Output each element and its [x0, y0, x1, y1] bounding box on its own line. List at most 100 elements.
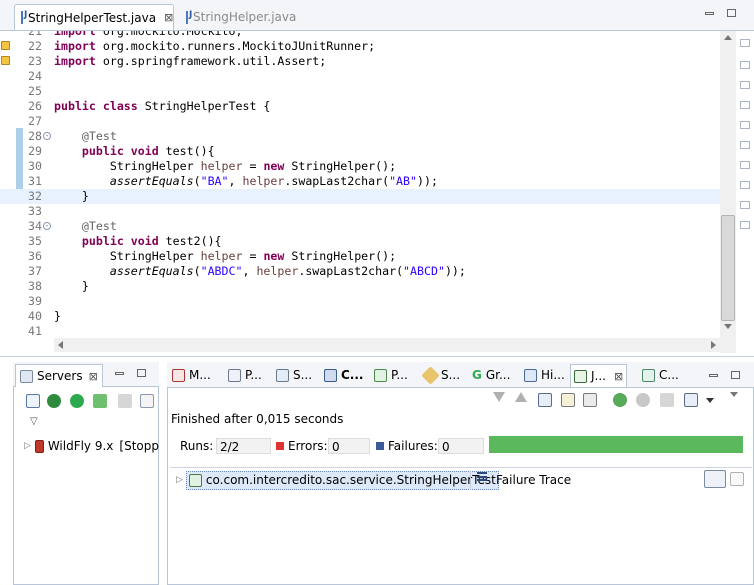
code-line: 28- @Test — [28, 129, 117, 143]
scroll-left-icon[interactable] — [58, 341, 63, 349]
code-line: 36 StringHelper helper = new StringHelpe… — [28, 249, 397, 263]
maximize-icon[interactable] — [137, 369, 146, 377]
previous-failure-icon[interactable] — [515, 392, 527, 402]
code-line: 21 import org.mockito.Mockito; — [28, 31, 243, 38]
markers-icon — [172, 368, 185, 382]
code-line: 24 — [28, 69, 42, 83]
scroll-down-icon[interactable] — [724, 324, 732, 329]
view-menu-icon[interactable] — [730, 392, 738, 397]
view-menu-icon[interactable]: ▽ — [30, 416, 38, 427]
tab-view-gr[interactable]: G Gr... — [472, 364, 510, 386]
tab-servers[interactable]: Servers ⊠ — [15, 364, 103, 387]
stop-icon[interactable] — [118, 394, 132, 408]
scroll-thumb[interactable] — [721, 215, 735, 321]
test-success-icon — [188, 473, 202, 487]
code-line: 39 — [28, 294, 42, 308]
failure-trace-label: Failure Trace — [496, 473, 572, 487]
ruler-mark — [740, 141, 750, 149]
tab-view-c2[interactable]: C... — [642, 364, 679, 386]
horizontal-scrollbar[interactable] — [54, 338, 720, 352]
tab-view-c1[interactable]: C... — [324, 364, 363, 386]
tab-view-junit[interactable]: J... ⊠ — [570, 364, 628, 387]
next-failure-icon[interactable] — [493, 392, 505, 402]
rerun-failed-icon[interactable] — [636, 393, 650, 407]
tab-label: Servers — [37, 369, 83, 383]
filter-stack-icon[interactable] — [704, 470, 726, 488]
expand-icon[interactable]: ▷ — [24, 441, 31, 451]
code-line: 33 — [28, 204, 42, 218]
tab-view-s1[interactable]: S... — [276, 364, 312, 386]
error-icon — [276, 442, 284, 450]
editor-tabbar: StringHelperTest.java ⊠ StringHelper.jav… — [0, 0, 754, 31]
failures-label: Failures: — [388, 439, 438, 453]
test-class-name: co.com.intercredito.sac.service.StringHe… — [205, 473, 496, 487]
server-item[interactable]: ▷ WildFly 9.x [Stopp — [24, 437, 159, 455]
close-icon[interactable]: ⊠ — [89, 370, 98, 383]
layout-icon[interactable] — [583, 393, 597, 407]
profile-icon[interactable] — [93, 394, 107, 408]
divider — [170, 467, 752, 468]
fold-icon: - — [43, 131, 51, 140]
publish-icon[interactable] — [140, 394, 154, 408]
console-icon — [324, 368, 337, 382]
tab-view-m[interactable]: M... — [172, 364, 211, 386]
servers-icon — [20, 369, 33, 383]
code-line: 26 public class StringHelperTest { — [28, 99, 271, 113]
minimize-icon[interactable] — [705, 12, 714, 15]
code-line: 37 assertEquals("ABDC", helper.swapLast2… — [28, 264, 466, 278]
code-line: 40} — [28, 309, 61, 323]
ruler-mark — [740, 61, 750, 69]
failure-icon — [376, 442, 384, 450]
code-line: 22 import org.mockito.runners.MockitoJUni… — [28, 39, 376, 53]
search-icon — [421, 365, 440, 385]
close-icon[interactable]: ⊠ — [164, 11, 173, 24]
fold-icon: - — [43, 221, 51, 230]
tab-view-s2[interactable]: S... — [421, 364, 460, 386]
servers-tabbar: Servers ⊠ — [13, 362, 159, 387]
gradle-icon: G — [472, 368, 482, 382]
tab-stringhelpertest[interactable]: StringHelperTest.java ⊠ — [14, 4, 174, 30]
runs-label: Runs: — [180, 439, 214, 453]
close-icon[interactable]: ⊠ — [614, 370, 623, 383]
java-file-icon — [21, 10, 27, 24]
tab-view-p1[interactable]: P... — [228, 364, 262, 386]
code-line: 27 — [28, 114, 42, 128]
ruler-mark — [740, 101, 750, 109]
ruler-mark — [740, 181, 750, 189]
tab-view-hi[interactable]: Hi... — [524, 364, 565, 386]
maximize-icon[interactable] — [727, 9, 736, 17]
scroll-up-icon[interactable] — [724, 35, 732, 40]
properties-icon — [228, 368, 241, 382]
tab-stringhelper[interactable]: StringHelper.java — [180, 4, 300, 30]
tab-view-p2[interactable]: P... — [374, 364, 408, 386]
expand-icon[interactable]: ▷ — [176, 475, 183, 485]
ruler-mark — [740, 201, 750, 209]
stop-icon[interactable] — [660, 393, 674, 407]
server-name: WildFly 9.x — [47, 439, 114, 453]
history-icon[interactable] — [684, 393, 698, 407]
code-editor[interactable]: 21 import org.mockito.Mockito; 22 import o… — [0, 31, 720, 353]
code-line: 34- @Test — [28, 219, 117, 233]
ruler-mark — [740, 121, 750, 129]
call-hierarchy-icon — [642, 368, 655, 382]
runs-value: 2/2 — [216, 438, 271, 454]
failures-only-icon[interactable] — [538, 393, 552, 407]
start-icon[interactable] — [70, 394, 84, 408]
test-tree-item[interactable]: ▷ co.com.intercredito.sac.service.String… — [176, 470, 499, 490]
chevron-down-icon[interactable] — [706, 398, 714, 403]
scroll-lock-icon[interactable] — [561, 393, 575, 407]
tab-label: StringHelperTest.java — [28, 10, 157, 25]
minimize-icon[interactable] — [709, 374, 718, 377]
compare-icon[interactable] — [730, 472, 744, 486]
rerun-icon[interactable] — [613, 393, 627, 407]
debug-icon[interactable] — [47, 394, 61, 408]
wildfly-icon — [34, 439, 44, 453]
code-line: 31 assertEquals("BA", helper.swapLast2ch… — [28, 174, 438, 188]
sash[interactable] — [470, 470, 471, 490]
minimize-icon[interactable] — [115, 372, 124, 375]
errors-value: 0 — [328, 438, 370, 454]
progress-fill — [489, 436, 743, 453]
scroll-right-icon[interactable] — [711, 341, 716, 349]
collapse-icon[interactable] — [26, 394, 40, 408]
maximize-icon[interactable] — [731, 371, 740, 379]
